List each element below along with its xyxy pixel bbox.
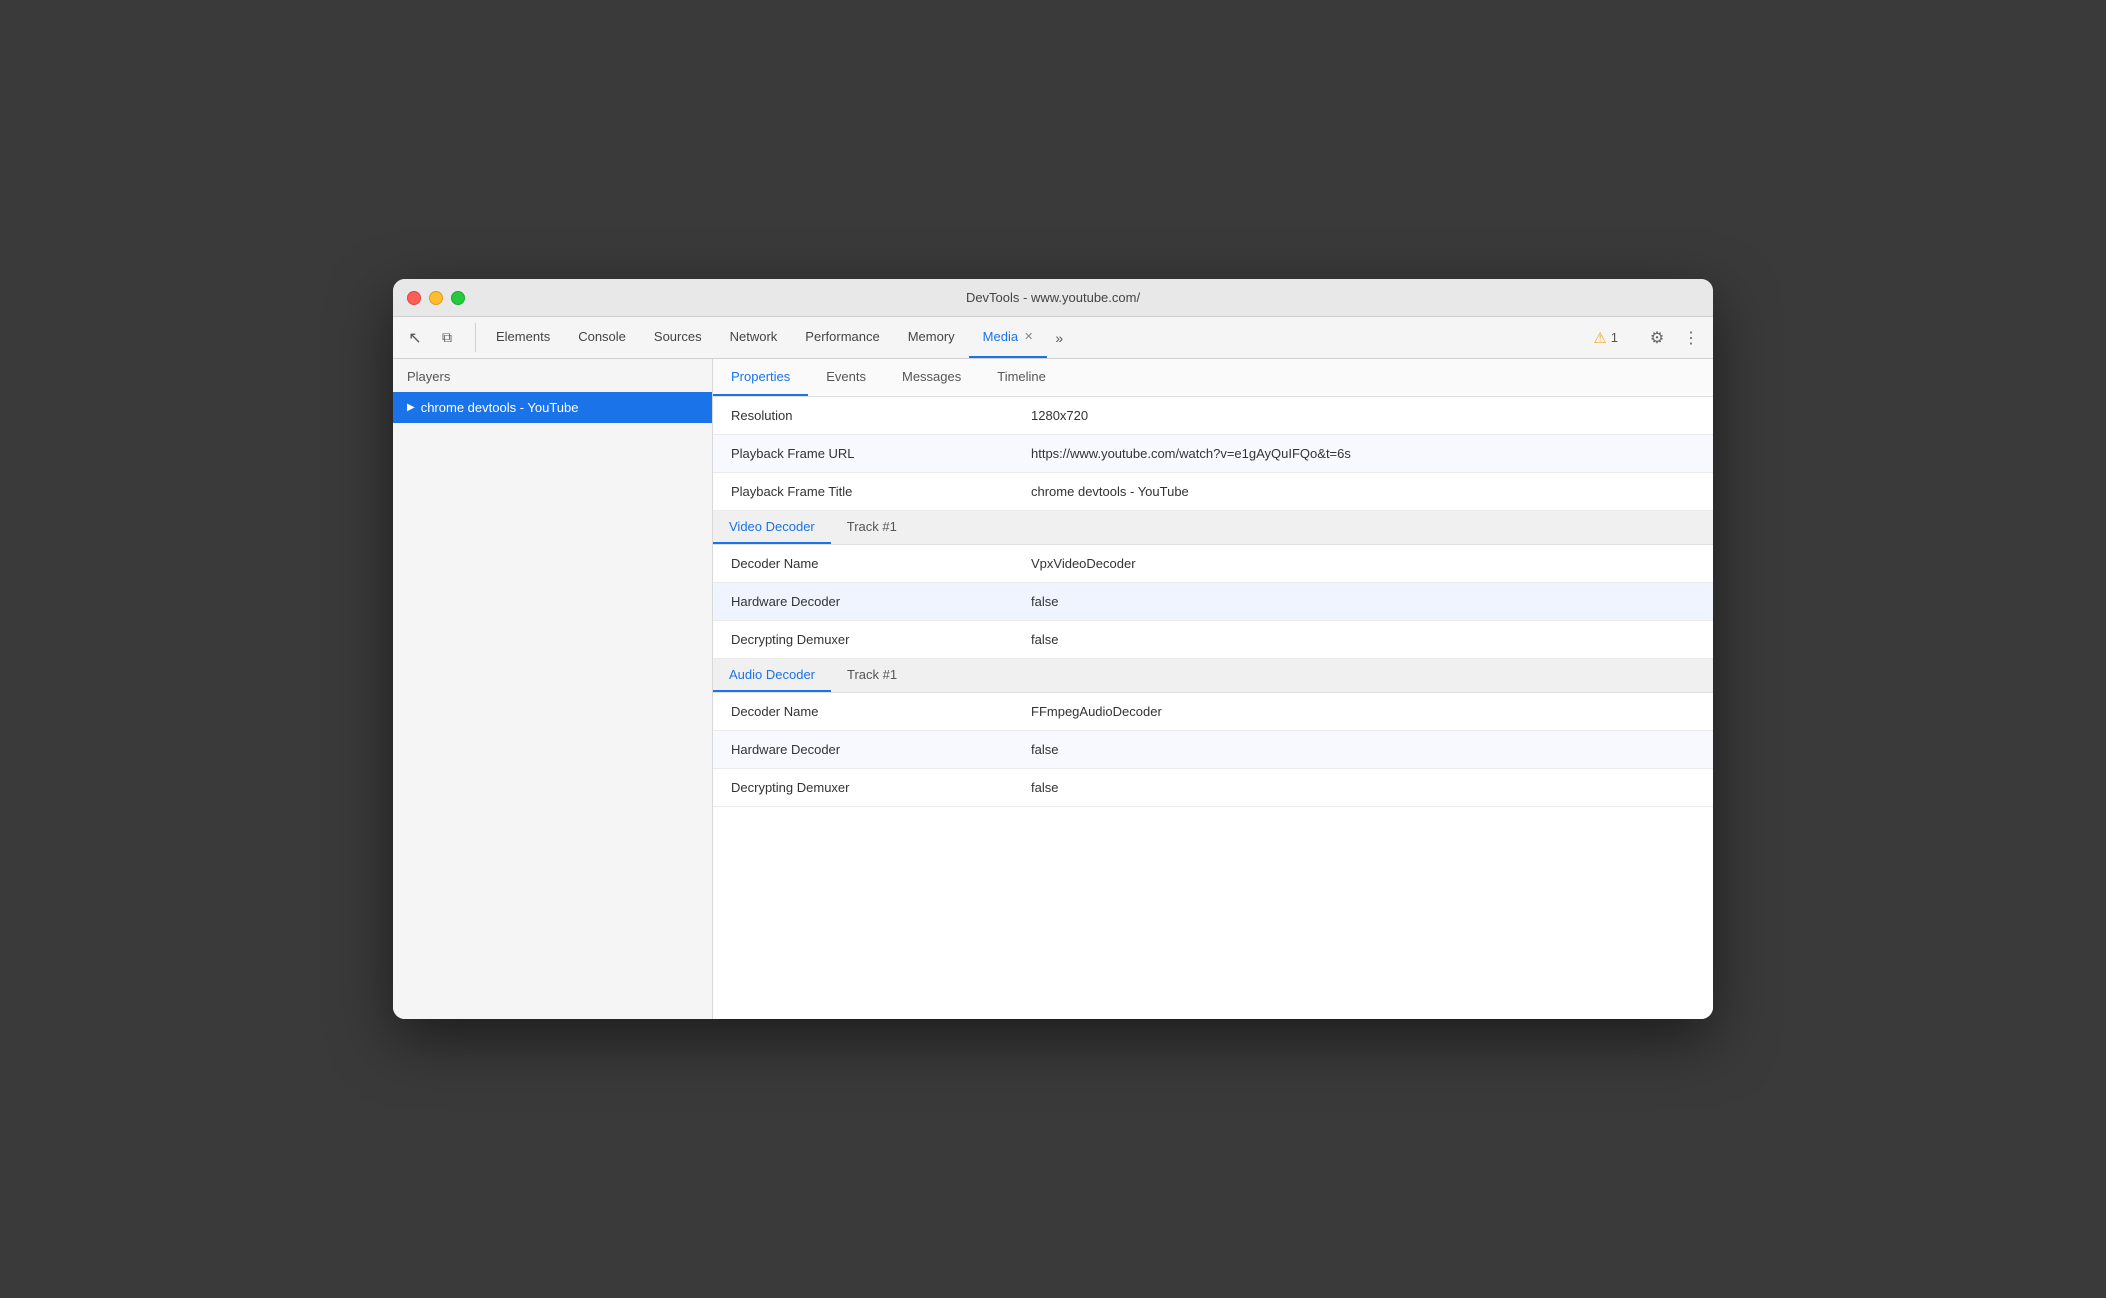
ad-key-name: Decoder Name bbox=[713, 693, 1013, 730]
prop-key-resolution: Resolution bbox=[713, 397, 1013, 434]
prop-value-pbtitle: chrome devtools - YouTube bbox=[1013, 473, 1713, 510]
tab-events[interactable]: Events bbox=[808, 359, 884, 396]
sidebar-header: Players bbox=[393, 359, 712, 392]
tab-messages[interactable]: Messages bbox=[884, 359, 979, 396]
content-area: Players ▶ chrome devtools - YouTube Prop… bbox=[393, 359, 1713, 1019]
ad-value-demux: false bbox=[1013, 769, 1713, 806]
prop-value-resolution: 1280x720 bbox=[1013, 397, 1713, 434]
table-row: Decoder Name VpxVideoDecoder bbox=[713, 545, 1713, 583]
vd-key-demux: Decrypting Demuxer bbox=[713, 621, 1013, 658]
audio-decoder-header: Audio Decoder Track #1 bbox=[713, 659, 1713, 693]
table-row: Playback Frame Title chrome devtools - Y… bbox=[713, 473, 1713, 511]
toolbar-divider bbox=[475, 323, 476, 352]
video-decoder-tab[interactable]: Video Decoder bbox=[713, 511, 831, 544]
close-button[interactable] bbox=[407, 291, 421, 305]
prop-value-pburl: https://www.youtube.com/watch?v=e1gAyQuI… bbox=[1013, 435, 1713, 472]
maximize-button[interactable] bbox=[451, 291, 465, 305]
tab-properties[interactable]: Properties bbox=[713, 359, 808, 396]
toolbar: ↖ ⧉ Elements Console Sources Network Per… bbox=[393, 317, 1713, 359]
more-options-button[interactable]: ⋮ bbox=[1677, 324, 1705, 352]
nav-tabs: Elements Console Sources Network Perform… bbox=[482, 317, 1593, 358]
warning-count: 1 bbox=[1611, 330, 1618, 345]
prop-key-pbtitle: Playback Frame Title bbox=[713, 473, 1013, 510]
audio-track-tab[interactable]: Track #1 bbox=[831, 659, 913, 692]
settings-button[interactable]: ⚙ bbox=[1643, 324, 1671, 352]
video-decoder-rows: Decoder Name VpxVideoDecoder Hardware De… bbox=[713, 545, 1713, 659]
window-title: DevTools - www.youtube.com/ bbox=[966, 290, 1140, 305]
video-decoder-header: Video Decoder Track #1 bbox=[713, 511, 1713, 545]
sidebar: Players ▶ chrome devtools - YouTube bbox=[393, 359, 713, 1019]
panel-tabs: Properties Events Messages Timeline bbox=[713, 359, 1713, 397]
toolbar-left-icons: ↖ ⧉ bbox=[401, 317, 461, 358]
minimize-button[interactable] bbox=[429, 291, 443, 305]
tab-performance[interactable]: Performance bbox=[791, 317, 893, 358]
tab-memory[interactable]: Memory bbox=[894, 317, 969, 358]
vd-value-name: VpxVideoDecoder bbox=[1013, 545, 1713, 582]
table-row: Decrypting Demuxer false bbox=[713, 769, 1713, 807]
ad-value-hw: false bbox=[1013, 731, 1713, 768]
tab-media[interactable]: Media ✕ bbox=[969, 317, 1048, 358]
audio-decoder-tab[interactable]: Audio Decoder bbox=[713, 659, 831, 692]
table-row: Decoder Name FFmpegAudioDecoder bbox=[713, 693, 1713, 731]
tab-media-close[interactable]: ✕ bbox=[1024, 330, 1033, 343]
vd-key-name: Decoder Name bbox=[713, 545, 1013, 582]
devtools-window: DevTools - www.youtube.com/ ↖ ⧉ Elements… bbox=[393, 279, 1713, 1019]
tab-network[interactable]: Network bbox=[716, 317, 792, 358]
inspect-button[interactable]: ⧉ bbox=[433, 324, 461, 352]
video-track-tab[interactable]: Track #1 bbox=[831, 511, 913, 544]
player-arrow-icon: ▶ bbox=[407, 402, 415, 413]
ad-key-demux: Decrypting Demuxer bbox=[713, 769, 1013, 806]
warning-badge[interactable]: ⚠ 1 bbox=[1593, 329, 1618, 347]
main-panel: Properties Events Messages Timeline Reso… bbox=[713, 359, 1713, 1019]
tab-elements[interactable]: Elements bbox=[482, 317, 564, 358]
ad-value-name: FFmpegAudioDecoder bbox=[1013, 693, 1713, 730]
cursor-tool-button[interactable]: ↖ bbox=[401, 324, 429, 352]
tab-console[interactable]: Console bbox=[564, 317, 640, 358]
tab-sources[interactable]: Sources bbox=[640, 317, 716, 358]
player-item[interactable]: ▶ chrome devtools - YouTube bbox=[393, 392, 712, 423]
vd-value-hw: false bbox=[1013, 583, 1713, 620]
chevron-more-icon: » bbox=[1055, 330, 1063, 346]
audio-decoder-rows: Decoder Name FFmpegAudioDecoder Hardware… bbox=[713, 693, 1713, 807]
prop-key-pburl: Playback Frame URL bbox=[713, 435, 1013, 472]
traffic-lights bbox=[407, 291, 465, 305]
tab-timeline[interactable]: Timeline bbox=[979, 359, 1064, 396]
table-row: Decrypting Demuxer false bbox=[713, 621, 1713, 659]
table-row: Hardware Decoder false bbox=[713, 583, 1713, 621]
table-row: Playback Frame URL https://www.youtube.c… bbox=[713, 435, 1713, 473]
more-tabs-button[interactable]: » bbox=[1047, 317, 1071, 358]
table-row: Resolution 1280x720 bbox=[713, 397, 1713, 435]
title-bar: DevTools - www.youtube.com/ bbox=[393, 279, 1713, 317]
properties-section: Resolution 1280x720 Playback Frame URL h… bbox=[713, 397, 1713, 511]
vd-value-demux: false bbox=[1013, 621, 1713, 658]
toolbar-right: ⚠ 1 ⚙ ⋮ bbox=[1593, 317, 1705, 358]
layers-icon: ⧉ bbox=[442, 329, 452, 346]
player-label: chrome devtools - YouTube bbox=[421, 400, 579, 415]
cursor-icon: ↖ bbox=[408, 328, 421, 348]
vd-key-hw: Hardware Decoder bbox=[713, 583, 1013, 620]
ad-key-hw: Hardware Decoder bbox=[713, 731, 1013, 768]
warning-icon: ⚠ bbox=[1593, 329, 1606, 347]
table-row: Hardware Decoder false bbox=[713, 731, 1713, 769]
